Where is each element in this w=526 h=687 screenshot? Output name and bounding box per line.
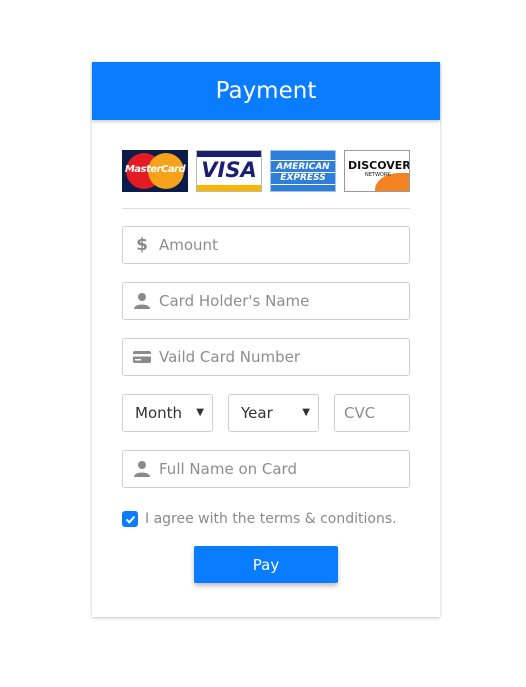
terms-checkbox[interactable]: [122, 511, 138, 527]
discover-text: DISCOVER: [348, 159, 410, 172]
amount-field[interactable]: $: [122, 226, 410, 264]
card-number-input[interactable]: [159, 339, 399, 375]
mastercard-text: MasterCard: [124, 164, 186, 175]
payment-card: Payment MasterCard VISA AMERICAN EXPRESS…: [92, 62, 440, 617]
dollar-icon: $: [136, 235, 148, 255]
month-select[interactable]: Month ▼: [122, 394, 213, 432]
payment-header: Payment: [92, 62, 440, 120]
month-select-value: Month: [135, 404, 183, 422]
amount-input[interactable]: [159, 227, 399, 263]
user-icon: [133, 292, 151, 310]
visa-logo: VISA: [196, 150, 262, 192]
discover-sub: NETWORK: [365, 172, 391, 178]
user-icon: [133, 460, 151, 478]
amex-line1: AMERICAN: [276, 162, 330, 172]
cvc-field[interactable]: [334, 394, 410, 432]
terms-row: I agree with the terms & conditions.: [122, 510, 397, 528]
credit-card-icon: [133, 348, 151, 366]
card-holder-field[interactable]: [122, 282, 410, 320]
card-holder-input[interactable]: [159, 283, 399, 319]
year-select-value: Year: [241, 404, 273, 422]
card-logos: MasterCard VISA AMERICAN EXPRESS DISCOVE…: [122, 150, 410, 192]
check-icon: [125, 515, 135, 524]
page-title: Payment: [215, 78, 317, 104]
amex-line2: EXPRESS: [280, 173, 326, 183]
visa-text: VISA: [201, 158, 257, 182]
american-express-logo: AMERICAN EXPRESS: [270, 150, 336, 192]
divider: [122, 208, 410, 209]
full-name-input[interactable]: [159, 451, 399, 487]
card-number-field[interactable]: [122, 338, 410, 376]
mastercard-logo: MasterCard: [122, 150, 188, 192]
chevron-down-icon: ▼: [196, 407, 204, 418]
terms-label: I agree with the terms & conditions.: [145, 511, 397, 527]
pay-button[interactable]: Pay: [194, 546, 338, 583]
year-select[interactable]: Year ▼: [228, 394, 319, 432]
discover-logo: DISCOVER NETWORK: [344, 150, 410, 192]
cvc-input[interactable]: [344, 395, 404, 431]
chevron-down-icon: ▼: [302, 407, 310, 418]
full-name-field[interactable]: [122, 450, 410, 488]
